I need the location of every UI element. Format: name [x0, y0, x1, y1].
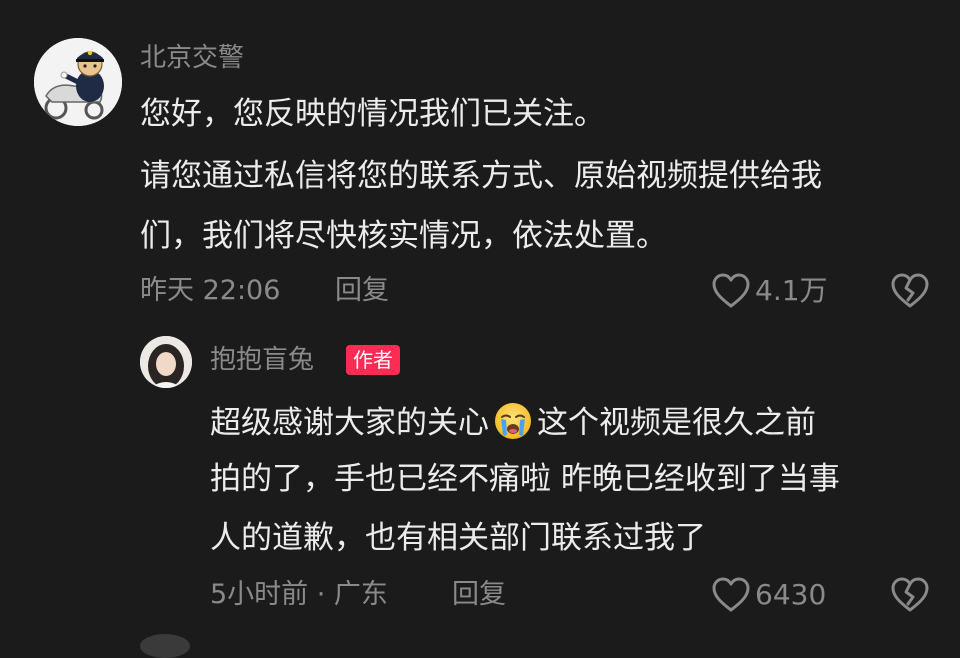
comment-text-line: 们，我们将尽快核实情况，依法处置。 — [140, 218, 667, 254]
avatar[interactable] — [140, 336, 192, 388]
username[interactable]: 抱抱盲兔 — [210, 344, 314, 376]
author-badge: 作者 — [346, 345, 400, 375]
comment-text-line: 您好，您反映的情况我们已关注。 — [140, 96, 605, 132]
dislike-button[interactable] — [890, 576, 930, 614]
heart-icon — [712, 273, 750, 308]
police-mascot-avatar-icon — [34, 38, 122, 126]
comment-timestamp-location: 5小时前 · 广东 — [210, 579, 388, 610]
broken-heart-icon — [891, 273, 929, 308]
comment-text-line: 人的道歉，也有相关部门联系过我了 — [210, 520, 706, 556]
avatar[interactable] — [34, 38, 122, 126]
next-comment-avatar-partial — [140, 634, 190, 658]
girl-portrait-avatar-icon — [140, 336, 192, 388]
like-button[interactable]: 4.1万 — [711, 272, 828, 310]
like-count: 4.1万 — [755, 274, 828, 307]
comment-text-line: 请您通过私信将您的联系方式、原始视频提供给我 — [140, 158, 822, 194]
broken-heart-icon — [891, 577, 929, 612]
like-button[interactable]: 6430 — [711, 576, 826, 614]
reply-button[interactable]: 回复 — [452, 578, 506, 612]
dislike-button[interactable] — [890, 272, 930, 310]
heart-icon — [712, 577, 750, 612]
comment-timestamp: 昨天 22:06 — [140, 275, 281, 306]
crying-face-emoji-icon — [493, 401, 533, 441]
reply-button[interactable]: 回复 — [335, 274, 389, 308]
comment-text-line: 拍的了，手也已经不痛啦 昨晚已经收到了当事 — [210, 461, 840, 497]
comment-text-segment: 超级感谢大家的关心 — [210, 405, 489, 441]
like-count: 6430 — [755, 578, 827, 611]
comment-text-line: 超级感谢大家的关心 这个视频是很久之前 — [210, 401, 816, 442]
comment-text-segment: 这个视频是很久之前 — [537, 405, 816, 441]
username[interactable]: 北京交警 — [140, 42, 244, 74]
